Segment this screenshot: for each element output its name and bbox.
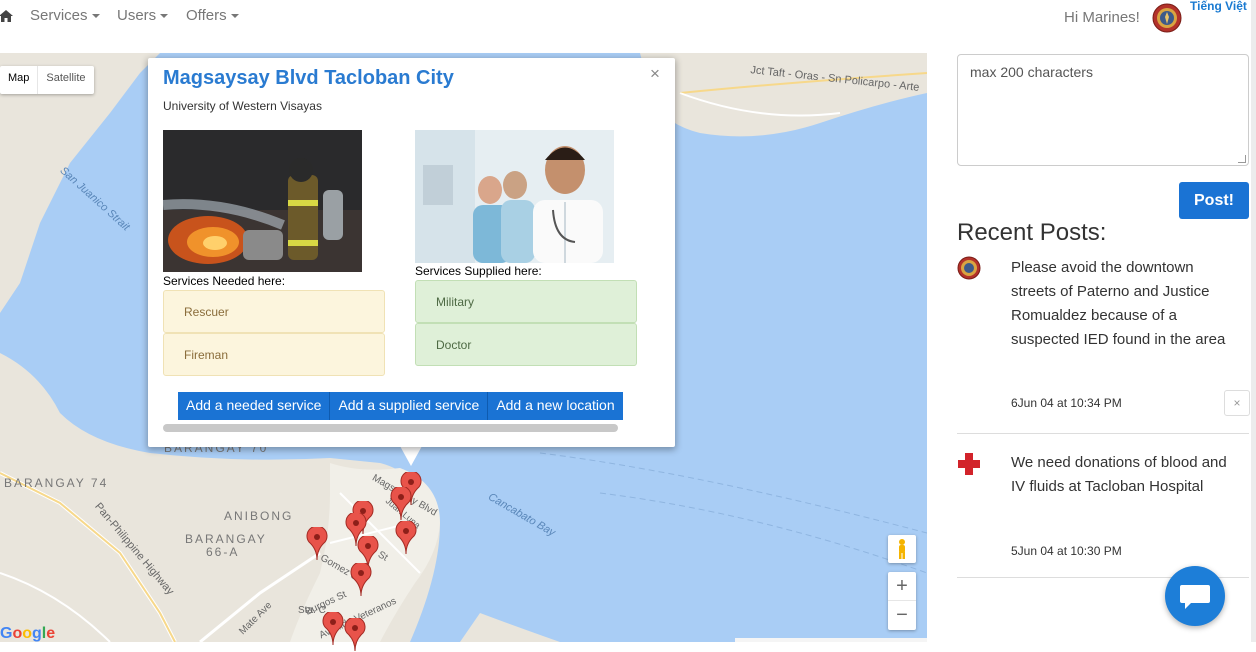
- red-cross-icon: [958, 453, 980, 475]
- needed-service-item[interactable]: Rescuer: [163, 290, 385, 333]
- nav-offers-menu[interactable]: Offers: [186, 7, 239, 24]
- supplied-service-item[interactable]: Military: [415, 280, 637, 323]
- info-window: × Magsaysay Blvd Tacloban City Universit…: [148, 58, 675, 447]
- post-text: Please avoid the downtown streets of Pat…: [1011, 259, 1226, 348]
- services-needed-label: Services Needed here:: [163, 274, 286, 288]
- nav-services-menu[interactable]: Services: [30, 7, 100, 24]
- recent-posts-heading: Recent Posts:: [957, 219, 1107, 246]
- marines-seal-icon: [957, 256, 981, 280]
- chevron-down-icon: [230, 14, 239, 19]
- post-button[interactable]: Post!: [1179, 182, 1249, 219]
- services-supplied-label: Services Supplied here:: [415, 264, 542, 278]
- map-marker-pin-icon[interactable]: [350, 563, 372, 597]
- map-label-barangay-66a: BARANGAY: [185, 532, 267, 546]
- google-logo: Google: [0, 625, 56, 642]
- location-subtitle: University of Western Visayas: [163, 99, 322, 113]
- post-timestamp: 5Jun 04 at 10:30 PM: [1011, 544, 1122, 558]
- home-icon[interactable]: [0, 8, 14, 24]
- post-textarea[interactable]: max 200 characters: [957, 54, 1249, 166]
- map-type-satellite-button[interactable]: Satellite: [37, 66, 93, 94]
- pegman-icon: [899, 539, 905, 559]
- zoom-out-button[interactable]: −: [888, 601, 916, 630]
- nav-services-label: Services: [30, 7, 88, 24]
- map-marker-pin-icon[interactable]: [306, 527, 328, 561]
- firefighter-photo: [163, 130, 362, 272]
- info-close-button[interactable]: ×: [650, 64, 660, 84]
- map-marker-pin-icon[interactable]: [322, 612, 344, 646]
- map-type-control: Map Satellite: [0, 66, 94, 94]
- user-greeting: Hi Marines!: [1064, 9, 1140, 26]
- delete-post-button[interactable]: ×: [1224, 390, 1250, 416]
- map-marker-pin-icon[interactable]: [395, 521, 417, 555]
- supplied-service-item[interactable]: Doctor: [415, 323, 637, 366]
- map-label-anibong: ANIBONG: [224, 509, 294, 523]
- chat-bubble-icon: [1180, 585, 1210, 609]
- add-needed-service-button[interactable]: Add a needed service: [178, 392, 331, 420]
- street-view-pegman[interactable]: [888, 535, 916, 563]
- post-text: We need donations of blood and IV fluids…: [1011, 454, 1227, 495]
- chat-button[interactable]: [1165, 566, 1225, 626]
- chevron-down-icon: [160, 14, 169, 19]
- info-action-buttons: Add a needed service Add a supplied serv…: [178, 392, 623, 420]
- post-textarea-placeholder: max 200 characters: [970, 64, 1093, 80]
- info-horizontal-scrollbar[interactable]: [163, 424, 618, 432]
- map-marker-pin-icon[interactable]: [390, 487, 412, 521]
- map-label-barangay-74: BARANGAY 74: [4, 476, 109, 490]
- nav-users-menu[interactable]: Users: [117, 7, 169, 24]
- avatar[interactable]: [1152, 3, 1182, 33]
- page-scrollbar[interactable]: [1251, 0, 1256, 642]
- nav-users-label: Users: [117, 7, 157, 24]
- language-switch-link[interactable]: Tiếng Việt: [1190, 0, 1247, 13]
- post-timestamp: 6Jun 04 at 10:34 PM: [1011, 396, 1122, 410]
- doctor-photo: [415, 130, 614, 263]
- post-divider: [957, 433, 1249, 434]
- add-new-location-button[interactable]: Add a new location: [488, 392, 623, 420]
- map-marker-pin-icon[interactable]: [344, 618, 366, 652]
- top-navbar: Services Users Offers Hi Marines! Tiếng …: [0, 0, 1256, 52]
- needed-service-item[interactable]: Fireman: [163, 333, 385, 376]
- nav-offers-label: Offers: [186, 7, 227, 24]
- zoom-in-button[interactable]: +: [888, 572, 916, 601]
- zoom-control: + −: [888, 572, 916, 630]
- map-type-map-button[interactable]: Map: [0, 66, 37, 94]
- chevron-down-icon: [91, 14, 100, 19]
- add-supplied-service-button[interactable]: Add a supplied service: [330, 392, 489, 420]
- info-window-tail: [400, 446, 422, 466]
- map-label-barangay-66a-num: 66-A: [206, 545, 240, 559]
- resize-handle-icon[interactable]: [1238, 155, 1246, 163]
- location-title: Magsaysay Blvd Tacloban City: [163, 67, 454, 89]
